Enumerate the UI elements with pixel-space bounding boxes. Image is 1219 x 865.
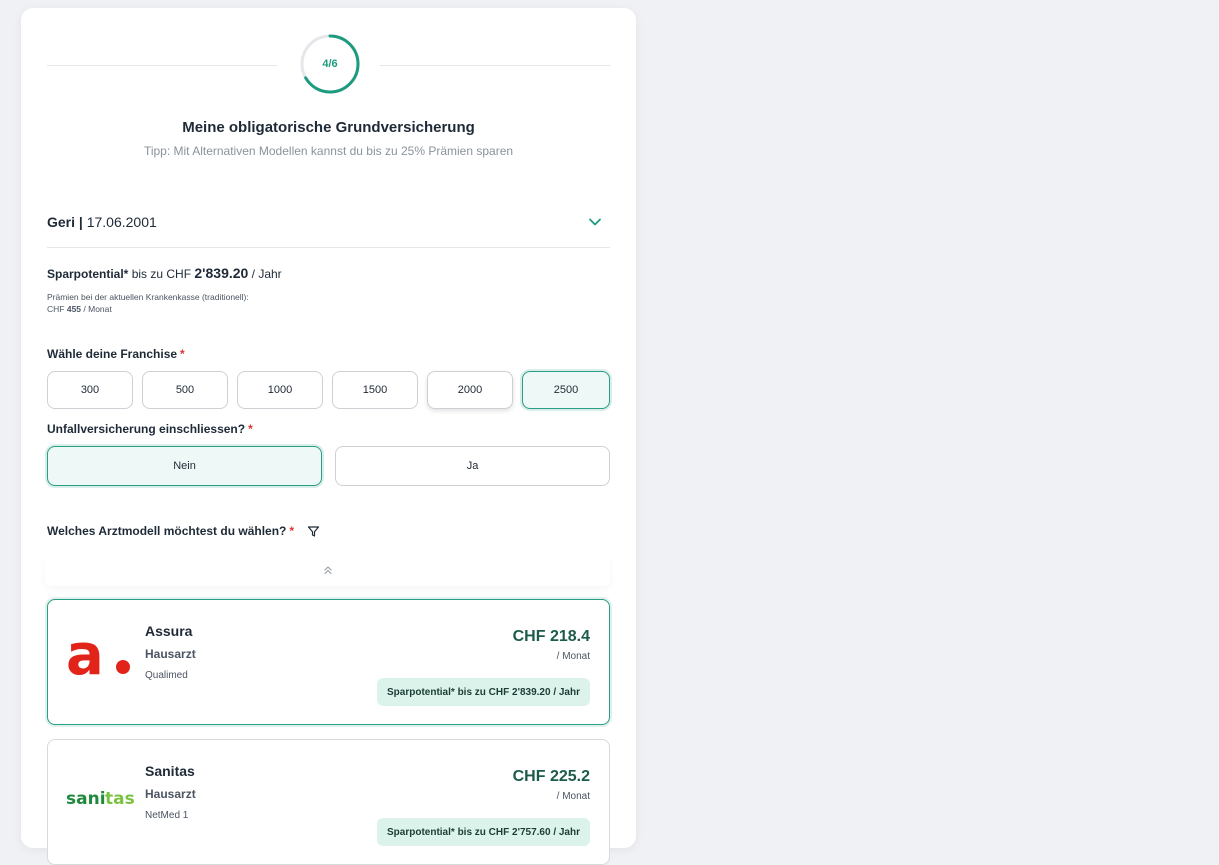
offer-card-assura[interactable]: a Assura Hausarzt Qualimed CHF 218.4 / M… (47, 599, 610, 725)
svg-text:sani: sani (66, 789, 106, 809)
insurer-name: Sanitas (145, 763, 195, 779)
savings-prefix: bis zu CHF (128, 267, 195, 281)
form-card: 4/6 Meine obligatorische Grundversicheru… (21, 8, 636, 865)
savings-label: Sparpotential* (47, 267, 129, 281)
accident-option-ja[interactable]: Ja (335, 446, 610, 486)
offer-price-period: / Monat (556, 791, 590, 802)
person-name: Geri (47, 214, 76, 230)
insurance-model: Hausarzt (145, 787, 196, 801)
savings-badge: Sparpotential* bis zu CHF 2'757.60 / Jah… (377, 818, 590, 846)
franchise-options: 300 500 1000 1500 2000 2500 (47, 371, 610, 411)
accident-options: Nein Ja (47, 446, 610, 486)
franchise-label: Wähle deine Franchise * (47, 347, 185, 361)
person-label: Geri | 17.06.2001 (47, 214, 157, 230)
insurance-model: Hausarzt (145, 647, 196, 661)
current-premium-line2: CHF 455 / Monat (47, 303, 249, 315)
current-premium-note: Prämien bei der aktuellen Krankenkasse (… (47, 291, 249, 315)
progress-line-right (380, 65, 610, 66)
accident-label: Unfallversicherung einschliessen? * (47, 422, 253, 436)
franchise-option-300[interactable]: 300 (47, 371, 133, 409)
insurance-product: NetMed 1 (145, 810, 189, 821)
double-chevron-up-icon (323, 566, 332, 575)
filter-icon[interactable] (307, 525, 320, 538)
tip-text: Tipp: Mit Alternativen Modellen kannst d… (143, 144, 514, 158)
insurance-product: Qualimed (145, 670, 188, 681)
franchise-option-2500[interactable]: 2500 (522, 371, 610, 409)
doctor-model-label: Welches Arztmodell möchtest du wählen? * (47, 524, 320, 538)
collapse-toggle[interactable] (45, 554, 610, 586)
savings-badge: Sparpotential* bis zu CHF 2'839.20 / Jah… (377, 678, 590, 706)
person-birthdate: 17.06.2001 (86, 214, 157, 230)
progress-line-left (47, 65, 277, 66)
savings-suffix: / Jahr (248, 267, 282, 281)
offer-price-period: / Monat (556, 651, 590, 662)
franchise-option-1000[interactable]: 1000 (237, 371, 323, 409)
savings-amount: 2'839.20 (194, 265, 249, 281)
svg-text:tas: tas (105, 789, 135, 809)
current-premium-line1: Prämien bei der aktuellen Krankenkasse (… (47, 292, 249, 302)
franchise-option-500[interactable]: 500 (142, 371, 228, 409)
current-premium-suffix: / Monat (81, 304, 112, 314)
current-premium-amount: 455 (66, 304, 82, 314)
franchise-label-text: Wähle deine Franchise (47, 347, 178, 361)
progress-label: 4/6 (322, 58, 338, 70)
svg-text:a: a (66, 624, 104, 684)
person-separator: | (75, 214, 87, 230)
savings-potential: Sparpotential* bis zu CHF 2'839.20 / Jah… (47, 265, 282, 281)
required-marker: * (248, 422, 253, 436)
offer-card-sanitas[interactable]: sani tas Sanitas Hausarzt NetMed 1 CHF 2… (47, 739, 610, 865)
franchise-option-1500[interactable]: 1500 (332, 371, 418, 409)
page-title: Meine obligatorische Grundversicherung (182, 119, 475, 136)
offer-price: CHF 225.2 (512, 768, 590, 785)
offer-price: CHF 218.4 (512, 628, 590, 645)
required-marker: * (289, 524, 295, 538)
person-selector[interactable]: Geri | 17.06.2001 (47, 205, 610, 248)
franchise-option-2000[interactable]: 2000 (427, 371, 513, 409)
sanitas-logo: sani tas (66, 789, 135, 809)
assura-logo: a (66, 624, 130, 684)
insurer-name: Assura (145, 623, 193, 639)
accident-label-text: Unfallversicherung einschliessen? (47, 422, 246, 436)
required-marker: * (180, 347, 185, 361)
doctor-model-label-text: Welches Arztmodell möchtest du wählen? (47, 524, 287, 538)
accident-option-nein[interactable]: Nein (47, 446, 322, 486)
chevron-down-icon[interactable] (586, 213, 604, 231)
current-premium-currency: CHF (47, 304, 67, 314)
